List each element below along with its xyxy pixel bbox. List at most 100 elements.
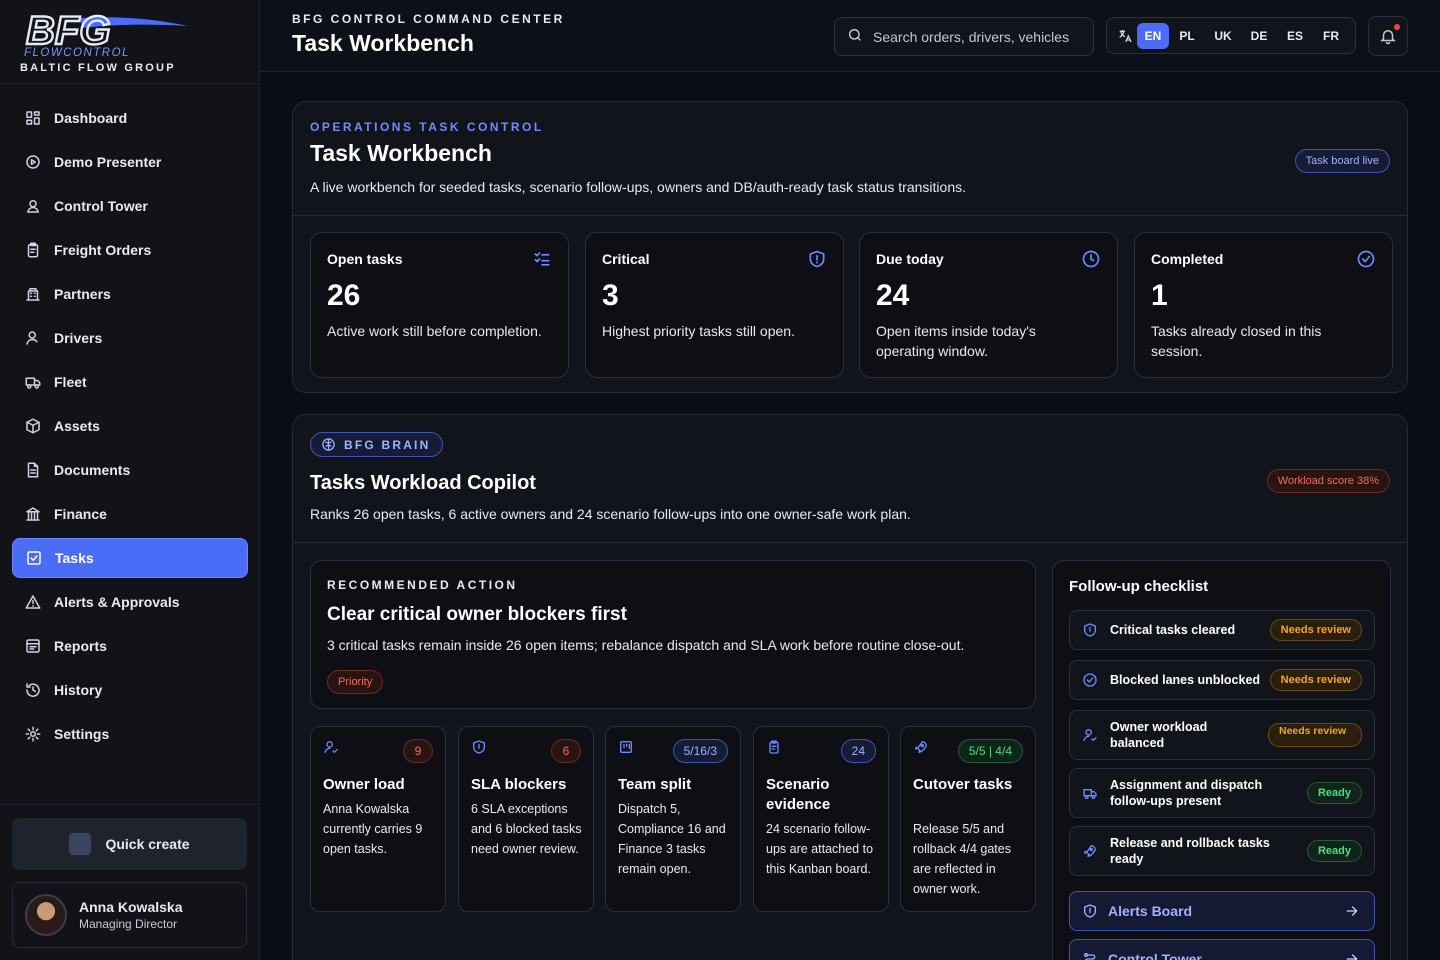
workbench-panel: OPERATIONS TASK CONTROL Task Workbench A… xyxy=(292,101,1408,393)
stat-description: Highest priority tasks still open. xyxy=(602,323,795,339)
panel-divider xyxy=(293,215,1407,216)
svg-text:FLOWCONTROL: FLOWCONTROL xyxy=(24,47,130,58)
checklist-item[interactable]: Owner workload balanced Needs review xyxy=(1069,710,1375,760)
quick-create-button[interactable]: Quick create xyxy=(12,818,247,870)
stat-value: 26 xyxy=(327,279,361,312)
link-label: Alerts Board xyxy=(1108,903,1193,919)
clipboard-icon xyxy=(766,739,782,760)
shield-alert-icon xyxy=(807,249,827,274)
sidebar-item-partners[interactable]: Partners xyxy=(12,274,248,314)
checklist-item[interactable]: Assignment and dispatch follow-ups prese… xyxy=(1069,768,1375,818)
stat-description: Tasks already closed in this session. xyxy=(1151,323,1322,359)
checklist-title: Follow-up checklist xyxy=(1069,578,1209,595)
gear-icon xyxy=(24,725,42,743)
sidebar-item-reports[interactable]: Reports xyxy=(12,626,248,666)
sidebar-item-finance[interactable]: Finance xyxy=(12,494,248,534)
shield-icon xyxy=(471,739,487,760)
sidebar-item-dashboard[interactable]: Dashboard xyxy=(12,98,248,138)
link-alerts-board[interactable]: Alerts Board xyxy=(1069,891,1375,931)
workload-score-badge: Workload score 38% xyxy=(1266,469,1390,493)
bfg-logo[interactable]: BFG FLOWCONTROL xyxy=(20,6,190,58)
recommended-description: 3 critical tasks remain inside 26 open i… xyxy=(327,637,965,653)
count-badge: 5/5 | 4/4 xyxy=(957,739,1023,763)
header-kicker: BFG CONTROL COMMAND CENTER xyxy=(292,12,565,26)
count-badge: 6 xyxy=(551,739,581,763)
language-es[interactable]: ES xyxy=(1277,23,1313,49)
clipboard-icon xyxy=(24,241,42,259)
search-input[interactable]: Search orders, drivers, vehicles xyxy=(834,17,1094,56)
stat-label: Critical xyxy=(602,251,650,267)
recommended-title: Clear critical owner blockers first xyxy=(327,604,627,625)
sidebar-item-documents[interactable]: Documents xyxy=(12,450,248,490)
user-role: Managing Director xyxy=(79,917,178,931)
sidebar-item-label: Demo Presenter xyxy=(54,154,162,170)
stat-label: Open tasks xyxy=(327,251,403,267)
insight-card[interactable]: 24 Scenario evidence 24 scenario follow-up… xyxy=(753,726,889,912)
copilot-divider xyxy=(293,542,1407,543)
language-fr[interactable]: FR xyxy=(1313,23,1349,49)
insight-card[interactable]: 5/5 | 4/4 Cutover tasks Release 5/5 and ro… xyxy=(900,726,1036,912)
sidebar-item-drivers[interactable]: Drivers xyxy=(12,318,248,358)
language-en[interactable]: EN xyxy=(1137,22,1169,49)
link-control-tower[interactable]: Control Tower xyxy=(1069,939,1375,960)
notification-dot xyxy=(1394,24,1400,30)
sidebar-item-demo-presenter[interactable]: Demo Presenter xyxy=(12,142,248,182)
sidebar-item-settings[interactable]: Settings xyxy=(12,714,248,754)
checklist-item[interactable]: Critical tasks cleared Needs review xyxy=(1069,610,1375,650)
sidebar-item-assets[interactable]: Assets xyxy=(12,406,248,446)
arrow-right-icon xyxy=(1344,951,1360,960)
sidebar-item-label: Finance xyxy=(54,506,107,522)
follow-up-checklist: Follow-up checklist Critical tasks clear… xyxy=(1052,560,1391,960)
sidebar-item-fleet[interactable]: Fleet xyxy=(12,362,248,402)
quick-create-label: Quick create xyxy=(105,836,190,852)
sidebar-item-label: Reports xyxy=(54,638,107,654)
sidebar-item-label: Documents xyxy=(54,462,131,478)
user-name: Anna Kowalska xyxy=(79,899,183,915)
sidebar-item-label: Control Tower xyxy=(54,198,148,214)
checklist-item[interactable]: Blocked lanes unblocked Needs review xyxy=(1069,660,1375,700)
sidebar-item-control-tower[interactable]: Control Tower xyxy=(12,186,248,226)
building-icon xyxy=(24,285,42,303)
play-icon xyxy=(24,153,42,171)
count-badge: 5/16/3 xyxy=(672,739,728,763)
sidebar-nav: Dashboard Demo Presenter Control Tower Frei… xyxy=(12,98,248,758)
checklist-item[interactable]: Release and rollback tasks ready Ready xyxy=(1069,826,1375,876)
language-switcher: EN PL UK DE ES FR xyxy=(1106,17,1356,54)
insight-card[interactable]: 5/16/3 Team split Dispatch 5, Compliance 1… xyxy=(605,726,741,912)
notifications-button[interactable] xyxy=(1368,16,1408,56)
insight-card[interactable]: 9 Owner load Anna Kowalska currently carri… xyxy=(310,726,446,912)
sidebar-item-label: Alerts & Approvals xyxy=(54,594,180,610)
stat-value: 3 xyxy=(602,279,619,312)
sidebar-item-tasks[interactable]: Tasks xyxy=(12,538,248,578)
brand-subtitle: BALTIC FLOW GROUP xyxy=(20,62,176,74)
stat-card: Critical 3 Highest priority tasks still op… xyxy=(585,232,844,378)
user-card[interactable]: Anna Kowalska Managing Director xyxy=(12,882,247,948)
bell-icon xyxy=(1379,27,1397,45)
card-title: Team split xyxy=(618,776,692,793)
stat-card: Open tasks 26 Active work still before com… xyxy=(310,232,569,378)
report-icon xyxy=(24,637,42,655)
sidebar-item-alerts-approvals[interactable]: Alerts & Approvals xyxy=(12,582,248,622)
sidebar-item-freight-orders[interactable]: Freight Orders xyxy=(12,230,248,270)
sidebar-item-history[interactable]: History xyxy=(12,670,248,710)
stat-value: 1 xyxy=(1151,279,1168,312)
sidebar-item-label: Assets xyxy=(54,418,100,434)
card-title: SLA blockers xyxy=(471,776,567,793)
checklist-label: Critical tasks cleared xyxy=(1110,623,1236,637)
sidebar-item-label: Settings xyxy=(54,726,110,742)
insight-card[interactable]: 6 SLA blockers 6 SLA exceptions and 6 bloc… xyxy=(458,726,594,912)
language-pl[interactable]: PL xyxy=(1169,23,1205,49)
clock-icon xyxy=(1081,249,1101,274)
sidebar-item-label: Dashboard xyxy=(54,110,128,126)
language-list: EN PL UK DE ES FR xyxy=(1137,22,1349,49)
workbench-kicker: OPERATIONS TASK CONTROL xyxy=(310,120,544,134)
stat-card: Completed 1 Tasks already closed in this s… xyxy=(1134,232,1393,378)
rocket-icon xyxy=(913,739,929,760)
recommended-action: RECOMMENDED ACTION Clear critical owner … xyxy=(310,560,1036,709)
truck-icon xyxy=(1082,785,1100,801)
language-de[interactable]: DE xyxy=(1241,23,1277,49)
language-uk[interactable]: UK xyxy=(1205,23,1241,49)
dashboard-icon xyxy=(24,109,42,127)
recommended-kicker: RECOMMENDED ACTION xyxy=(327,578,518,592)
bfg-brain-chip: BFG BRAIN xyxy=(310,432,444,457)
